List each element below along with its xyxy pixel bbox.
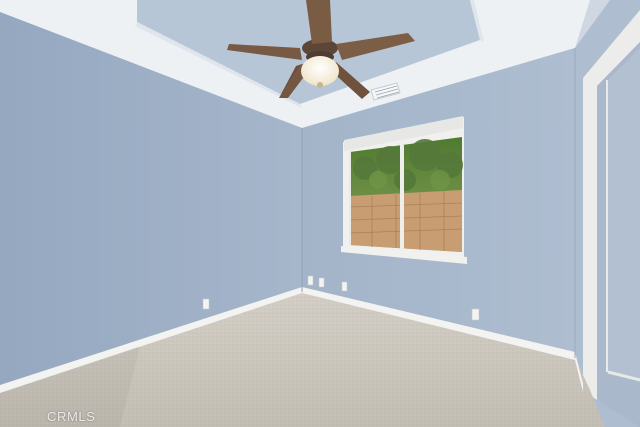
- fan-light: [301, 56, 339, 86]
- wall-outlet: [202, 298, 210, 310]
- wall-outlet: [307, 275, 314, 286]
- room-photo: CRMLS: [0, 0, 640, 427]
- wall-outlet: [341, 281, 348, 292]
- crmls-watermark: CRMLS: [47, 409, 96, 424]
- empty-bedroom-scene: [0, 0, 640, 427]
- block-wall: [350, 190, 462, 252]
- wall-outlet: [318, 277, 325, 288]
- wall-outlet: [471, 308, 480, 321]
- window: [341, 116, 467, 264]
